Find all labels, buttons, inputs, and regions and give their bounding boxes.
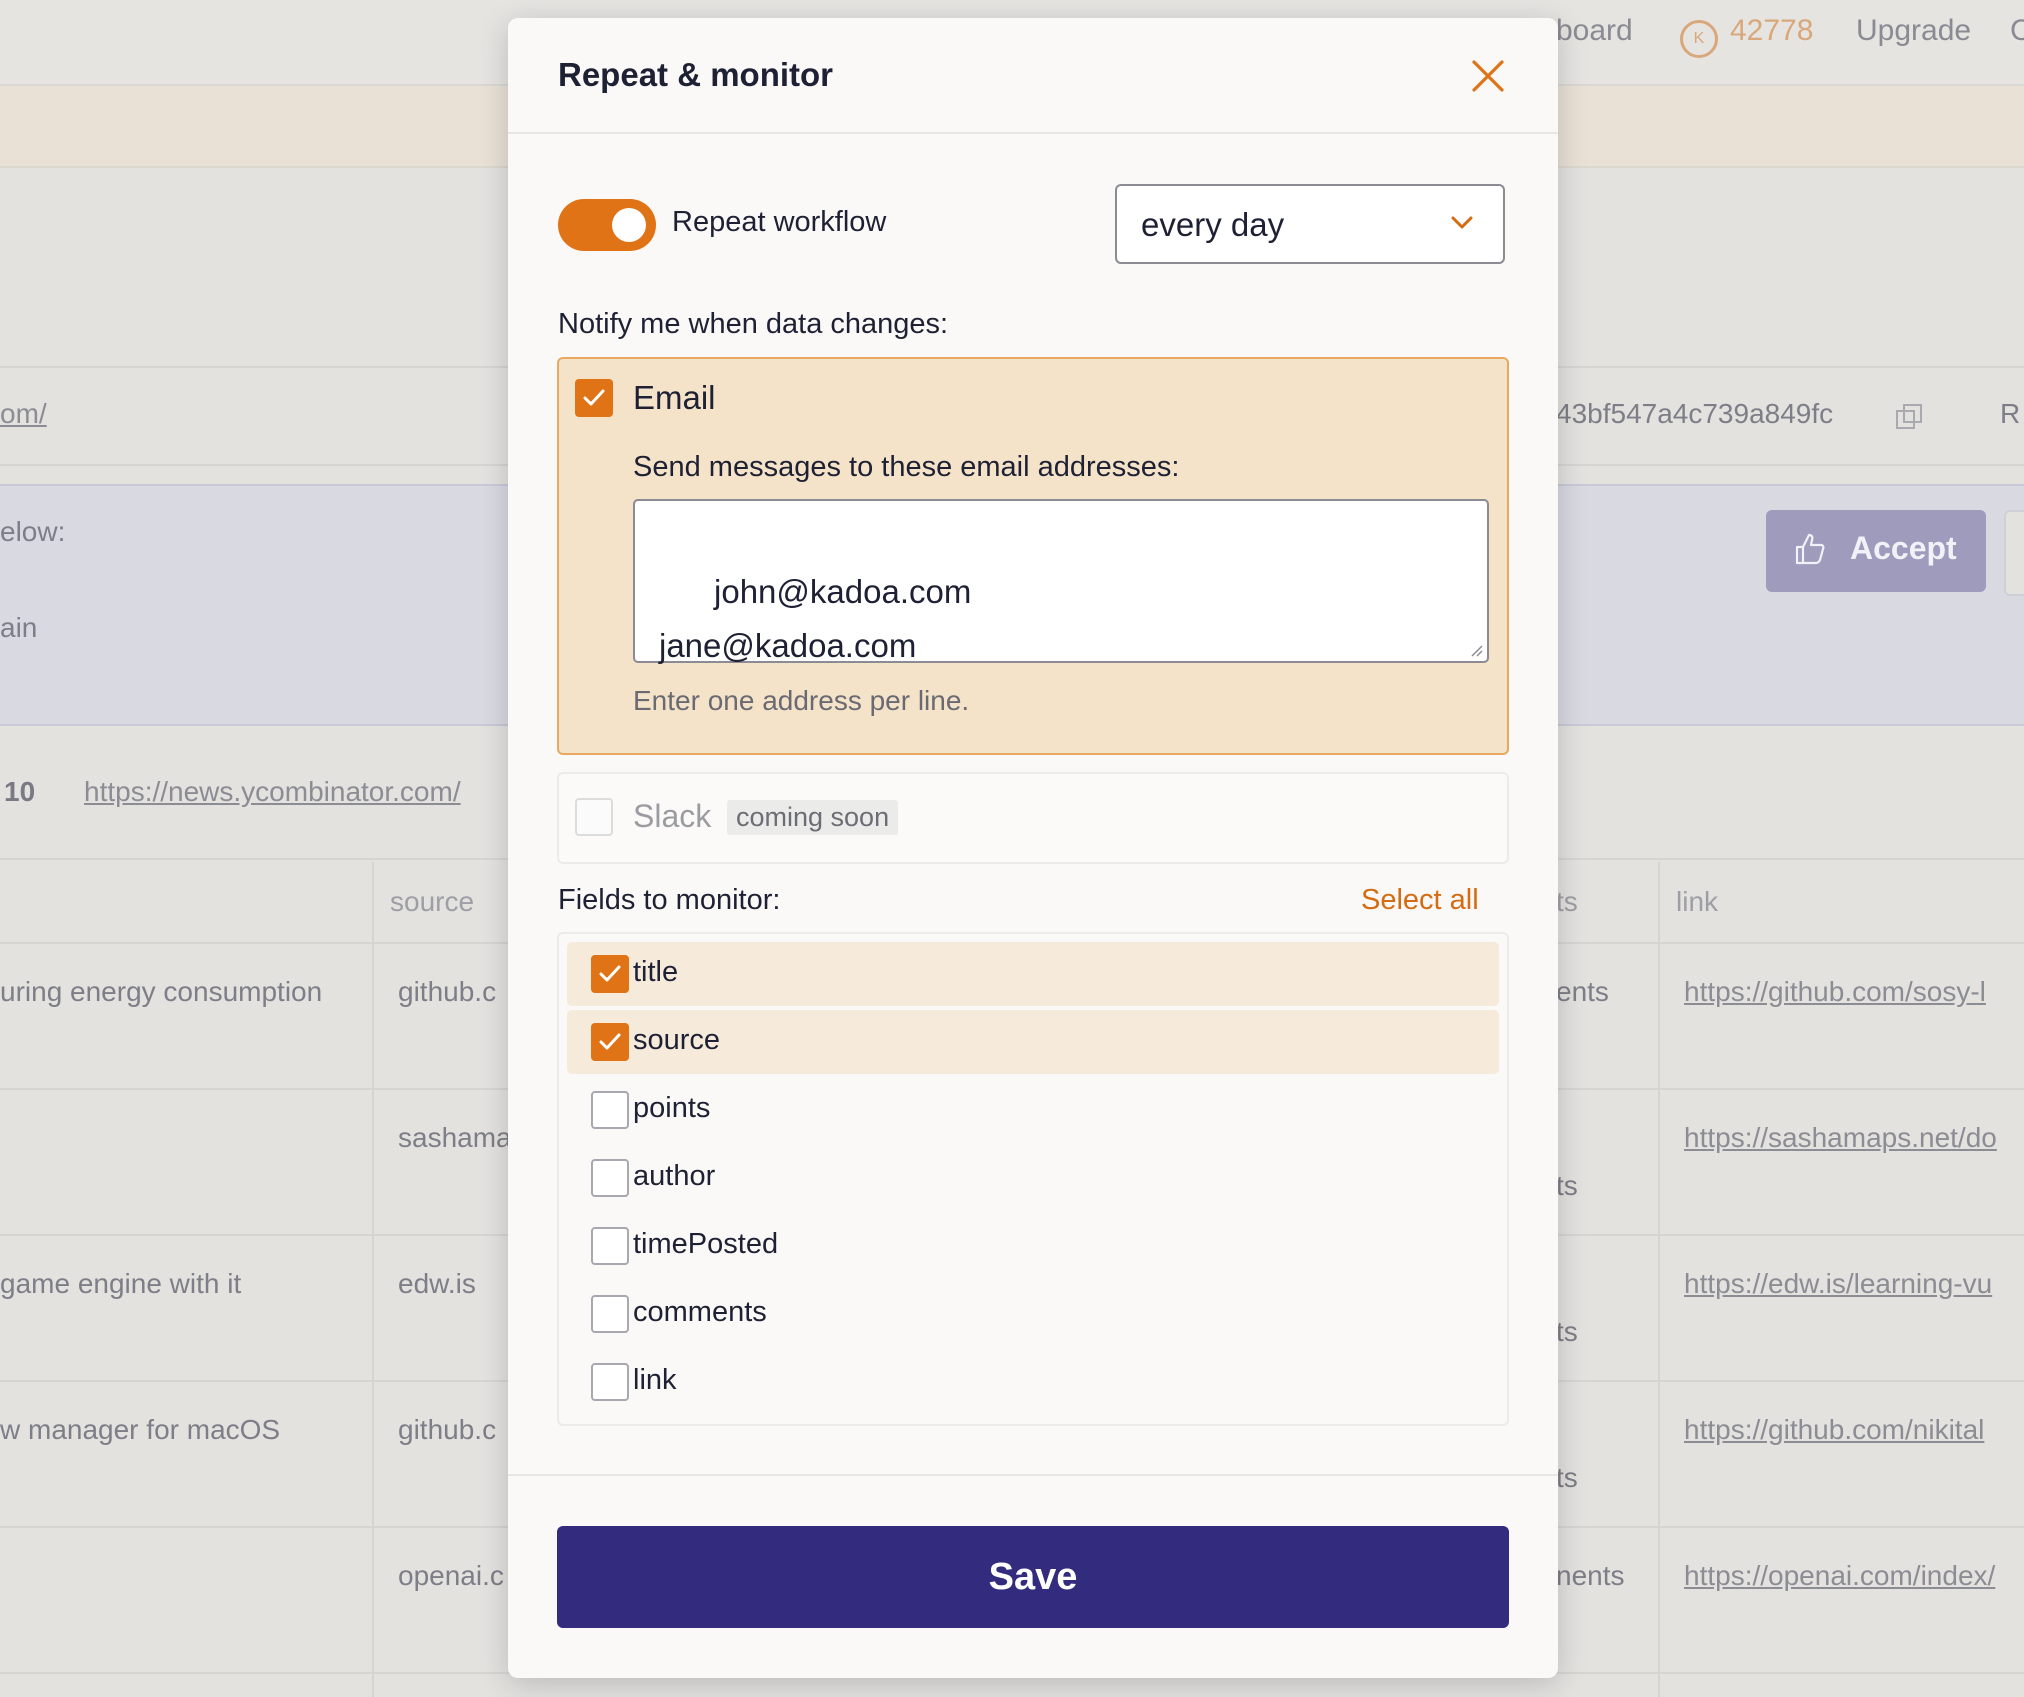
field-row-source[interactable]: source: [567, 1010, 1499, 1074]
column-header-source[interactable]: source: [390, 886, 474, 918]
cell-link[interactable]: https://github.com/nikital: [1684, 1414, 1984, 1446]
field-name: comments: [633, 1296, 767, 1328]
thumbs-up-icon: [1795, 533, 1825, 565]
field-name: source: [633, 1024, 721, 1056]
field-checkbox-title[interactable]: [591, 955, 629, 993]
notify-label: Notify me when data changes:: [558, 308, 949, 340]
email-label: Email: [633, 379, 716, 416]
select-all-link[interactable]: Select all: [1361, 884, 1479, 917]
column-header-comments[interactable]: ts: [1556, 886, 1578, 918]
frequency-value: every day: [1141, 206, 1285, 243]
cell-comments: ts: [1556, 1170, 1578, 1201]
repeat-monitor-dialog: Repeat & monitor Repeat workflow every d…: [508, 18, 1558, 1678]
workflow-id: 43bf547a4c739a849fc: [1556, 398, 1834, 429]
email-checkbox[interactable]: [575, 379, 613, 417]
email-hint: Enter one address per line.: [633, 685, 970, 716]
cell-comments: ents: [1556, 976, 1609, 1007]
fields-label: Fields to monitor:: [558, 884, 781, 916]
column-header-link[interactable]: link: [1676, 886, 1718, 918]
workflow-url-fragment[interactable]: om/: [0, 398, 47, 430]
cell-title: w manager for macOS: [0, 1414, 281, 1445]
credits-count: 42778: [1730, 14, 1814, 47]
field-checkbox-source[interactable]: [591, 1023, 629, 1061]
slack-notification-panel: Slack coming soon: [557, 772, 1509, 864]
cell-comments: nents: [1556, 1560, 1625, 1591]
credits-coin-icon: K: [1680, 20, 1718, 58]
check-icon: [583, 389, 605, 406]
cell-title: game engine with it: [0, 1268, 242, 1299]
dialog-title: Repeat & monitor: [558, 56, 834, 93]
field-row-timeposted[interactable]: timePosted: [567, 1214, 1499, 1278]
coming-soon-badge: coming soon: [727, 800, 899, 835]
field-checkbox-comments[interactable]: [591, 1295, 629, 1333]
slack-label: Slack: [633, 798, 712, 834]
cell-link[interactable]: https://openai.com/index/: [1684, 1560, 1995, 1592]
field-name: link: [633, 1364, 677, 1396]
cell-comments: ts: [1556, 1462, 1578, 1493]
cell-title: uring energy consumption: [0, 976, 323, 1007]
cell-link[interactable]: https://sashamaps.net/do: [1684, 1122, 1997, 1154]
cell-source: sashama: [398, 1122, 512, 1153]
field-checkbox-timeposted[interactable]: [591, 1227, 629, 1265]
field-row-author[interactable]: author: [567, 1146, 1499, 1210]
save-button[interactable]: Save: [557, 1526, 1509, 1628]
review-text-1: elow:: [0, 516, 66, 547]
cell-source: github.c: [398, 1414, 497, 1445]
email-addresses-value: john@kadoa.com jane@kadoa.com: [659, 573, 972, 664]
field-name: timePosted: [633, 1228, 779, 1260]
copy-icon[interactable]: [1895, 403, 1923, 431]
check-icon: [599, 965, 621, 982]
field-row-link[interactable]: link: [567, 1350, 1499, 1414]
cell-source: github.c: [398, 976, 497, 1007]
field-row-points[interactable]: points: [567, 1078, 1499, 1142]
field-row-comments[interactable]: comments: [567, 1282, 1499, 1346]
repeat-workflow-label: Repeat workflow: [672, 206, 887, 238]
field-name: title: [633, 956, 679, 988]
field-row-title[interactable]: title: [567, 942, 1499, 1006]
toggle-knob: [612, 208, 646, 242]
repeat-workflow-toggle[interactable]: [558, 199, 656, 251]
field-checkbox-author[interactable]: [591, 1159, 629, 1197]
right-column-fragment: R: [2000, 398, 2021, 429]
reject-button[interactable]: [2004, 510, 2024, 596]
cell-link[interactable]: https://edw.is/learning-vu: [1684, 1268, 1992, 1300]
close-icon[interactable]: [1468, 56, 1508, 96]
field-name: author: [633, 1160, 716, 1192]
result-count: 10: [4, 776, 36, 807]
fields-list: title source points author timePosted co…: [557, 932, 1509, 1426]
accept-button[interactable]: Accept: [1766, 510, 1986, 592]
accept-label: Accept: [1850, 530, 1957, 566]
resize-handle-icon[interactable]: [1469, 643, 1483, 657]
chevron-down-icon: [1451, 216, 1473, 229]
email-addresses-textarea[interactable]: john@kadoa.com jane@kadoa.com: [633, 499, 1489, 664]
nav-dashboard-link[interactable]: board: [1556, 14, 1633, 48]
nav-upgrade-link[interactable]: Upgrade: [1856, 14, 1971, 48]
email-notification-panel: Email Send messages to these email addre…: [557, 357, 1509, 755]
nav-edge-item[interactable]: C: [2010, 14, 2024, 48]
send-to-label: Send messages to these email addresses:: [633, 451, 1180, 483]
cell-link[interactable]: https://github.com/sosy-l: [1684, 976, 1986, 1008]
field-checkbox-link[interactable]: [591, 1363, 629, 1401]
slack-checkbox: [575, 798, 613, 836]
check-icon: [599, 1033, 621, 1050]
cell-source: openai.c: [398, 1560, 504, 1591]
frequency-select[interactable]: every day: [1115, 184, 1505, 264]
cell-comments: ts: [1556, 1316, 1578, 1347]
field-name: points: [633, 1092, 711, 1124]
source-url-link[interactable]: https://news.ycombinator.com/: [84, 776, 461, 808]
review-text-2: ain: [0, 612, 38, 643]
dialog-footer-divider: [508, 1474, 1558, 1476]
field-checkbox-points[interactable]: [591, 1091, 629, 1129]
cell-source: edw.is: [398, 1268, 476, 1299]
